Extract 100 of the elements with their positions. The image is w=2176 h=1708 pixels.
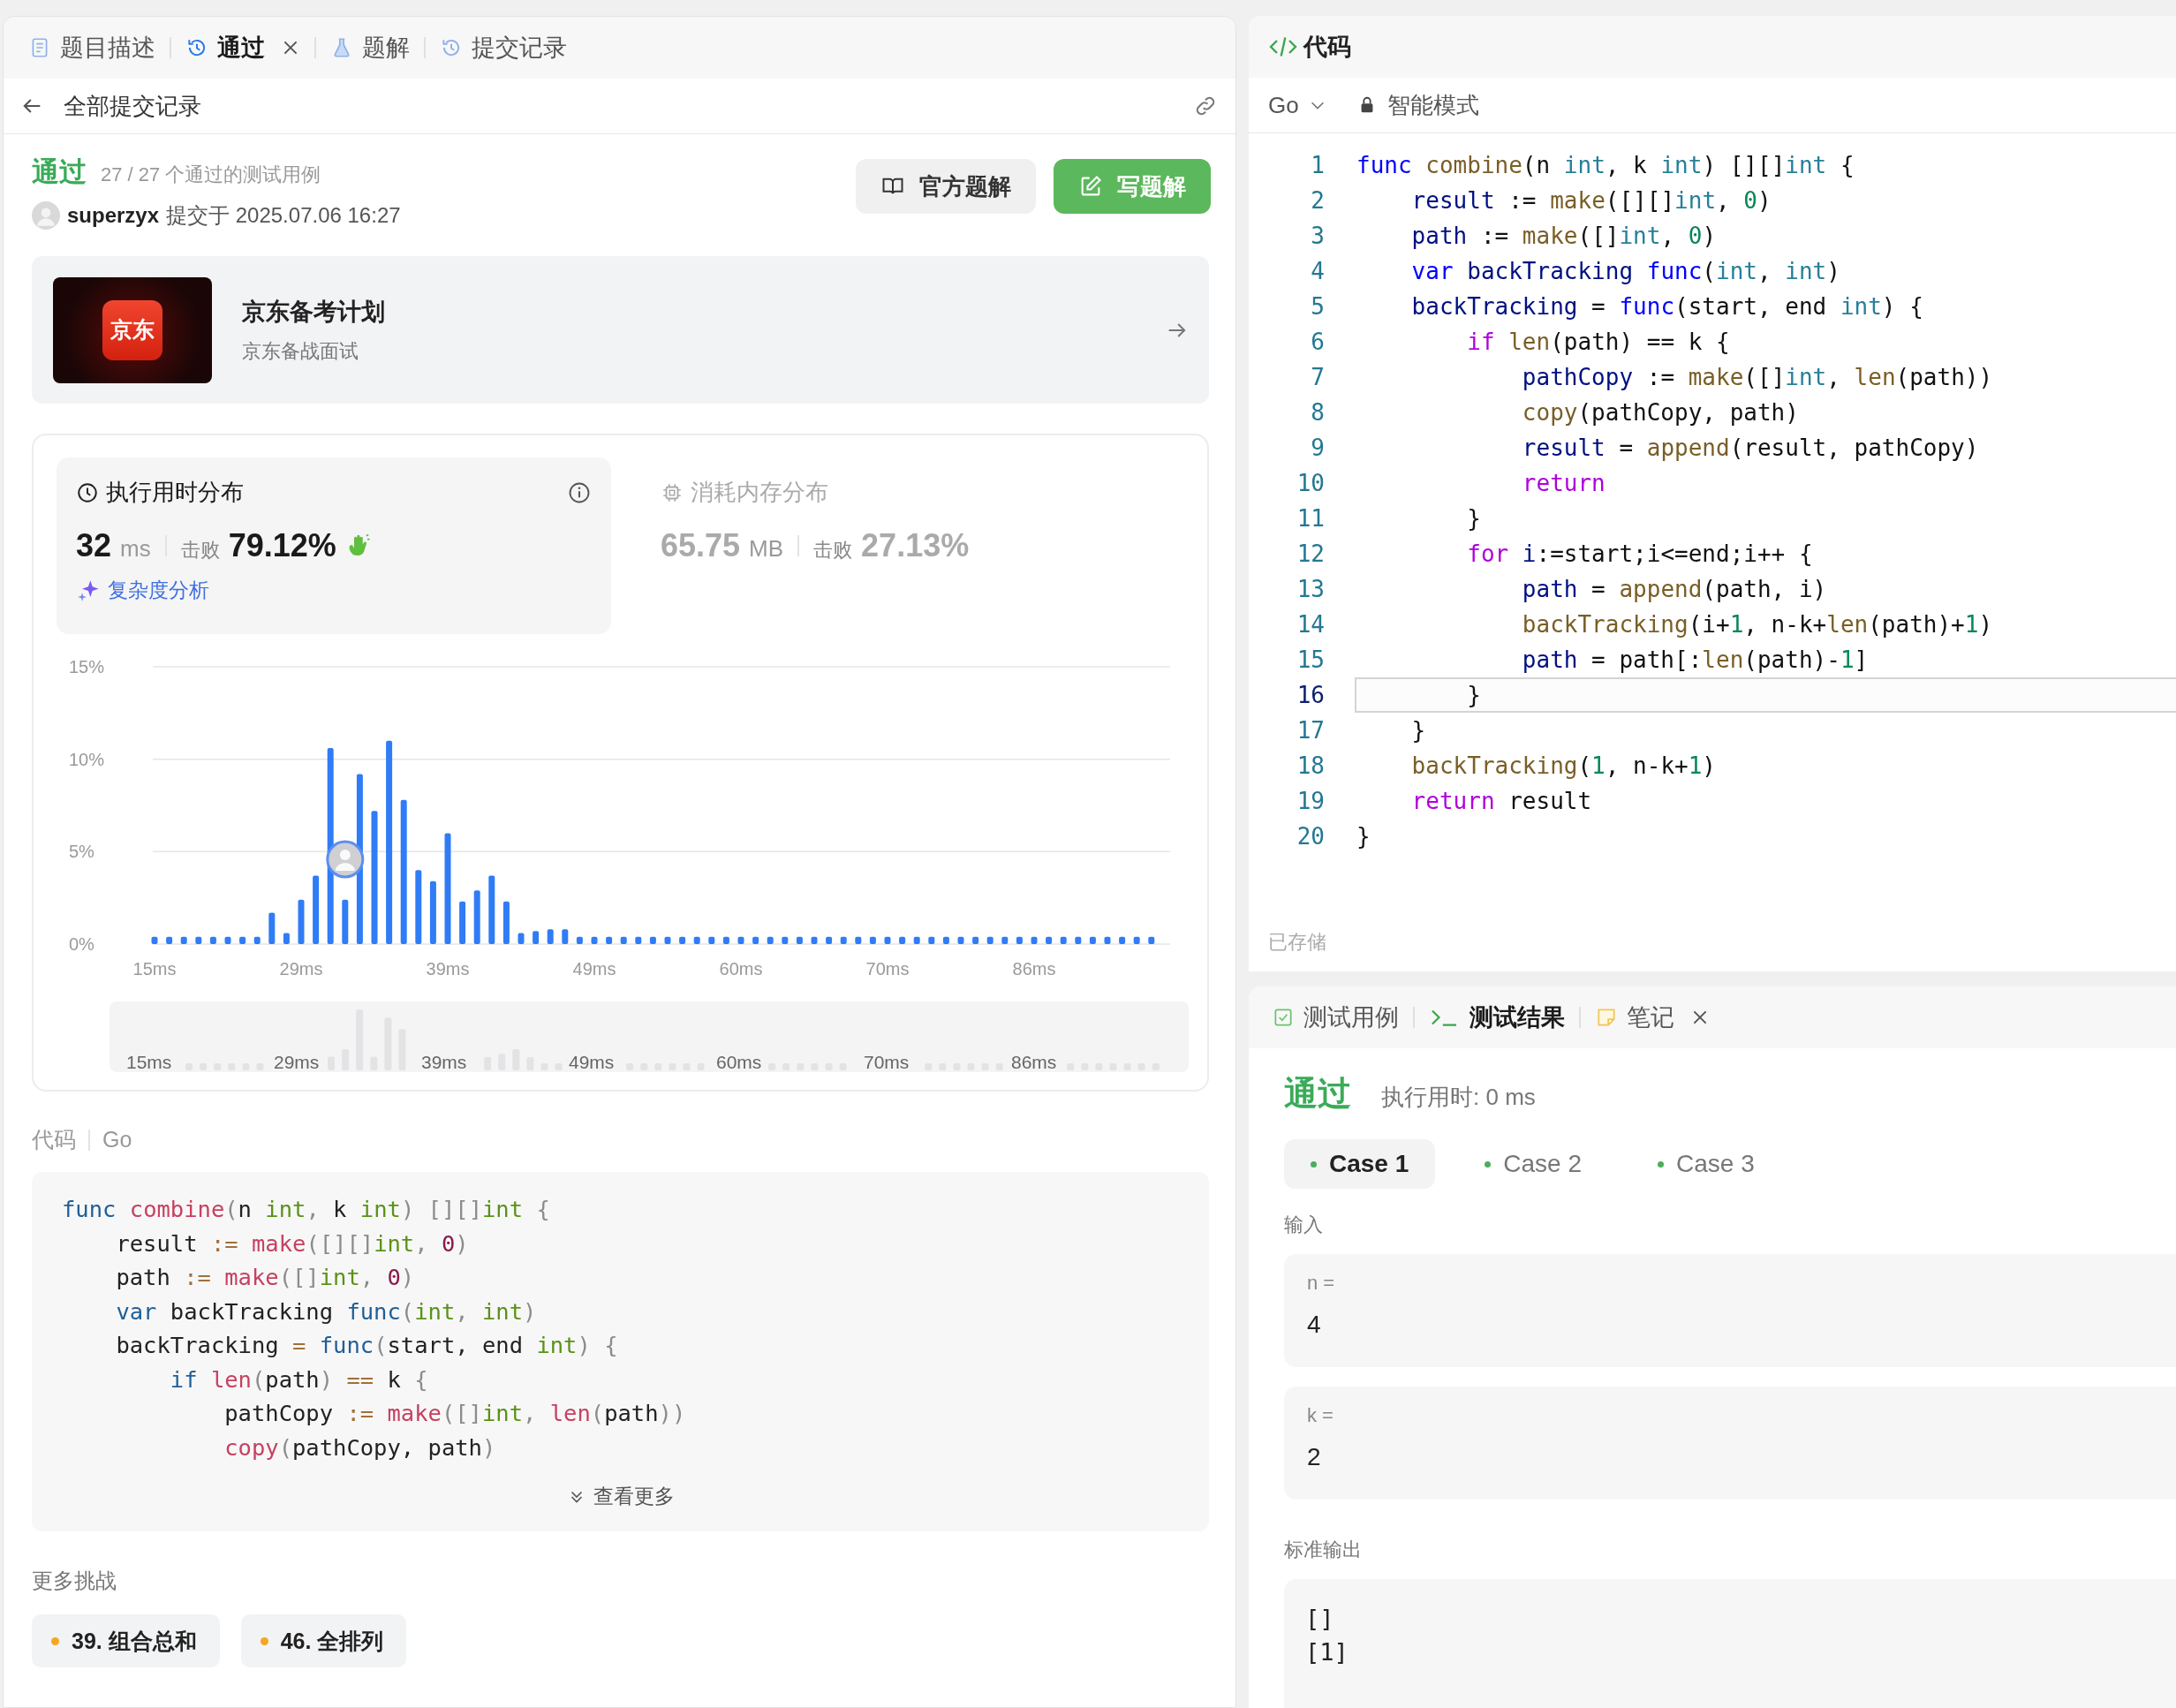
line-number: 20 — [1296, 823, 1325, 850]
bar[interactable] — [679, 936, 686, 944]
bar[interactable] — [1104, 936, 1111, 944]
bar[interactable] — [1001, 936, 1009, 944]
user-avatar — [32, 201, 60, 230]
back-link[interactable]: 全部提交记录 — [64, 90, 201, 122]
bar[interactable] — [180, 936, 187, 944]
bar[interactable] — [957, 936, 964, 944]
bar[interactable] — [620, 936, 627, 944]
bar[interactable] — [591, 936, 598, 944]
code-line: if len(path) == k { — [169, 1364, 429, 1394]
axis-label: 15ms — [126, 1052, 172, 1072]
bar[interactable] — [649, 936, 656, 944]
bar[interactable] — [635, 936, 642, 944]
bar[interactable] — [444, 833, 451, 944]
bar[interactable] — [1016, 936, 1023, 944]
bar[interactable] — [986, 936, 994, 944]
user-name[interactable]: superzyx — [67, 203, 160, 228]
mode-label[interactable]: 智能模式 — [1386, 89, 1479, 121]
bar[interactable] — [811, 936, 818, 944]
bar[interactable] — [342, 899, 349, 944]
bar[interactable] — [253, 936, 261, 944]
bar[interactable] — [1148, 936, 1155, 944]
overview-track[interactable] — [110, 1001, 1189, 1072]
tab[interactable]: 题解 — [329, 26, 412, 69]
bar[interactable] — [1133, 936, 1140, 944]
bar[interactable] — [518, 933, 525, 944]
bar[interactable] — [195, 936, 202, 944]
language-select[interactable]: Go — [1268, 91, 1327, 119]
case-tab[interactable]: Case 3 — [1631, 1139, 1781, 1189]
code-line: return — [1521, 469, 1606, 498]
stat-title: 消耗内存分布 — [691, 478, 828, 507]
bar[interactable] — [371, 811, 378, 944]
bar[interactable] — [826, 936, 833, 944]
bar[interactable] — [488, 875, 495, 944]
bar[interactable] — [855, 936, 862, 944]
case-tab[interactable]: Case 1 — [1284, 1139, 1436, 1189]
bar[interactable] — [884, 936, 891, 944]
bar[interactable] — [796, 936, 803, 944]
bar[interactable] — [502, 901, 510, 944]
bar[interactable] — [429, 880, 436, 944]
solution-button[interactable]: 官方题解 — [856, 159, 1036, 214]
bar[interactable] — [386, 740, 393, 944]
bar[interactable] — [166, 936, 173, 944]
tab[interactable]: 题目描述 — [26, 26, 157, 69]
bar[interactable] — [664, 936, 671, 944]
bar[interactable] — [576, 936, 583, 944]
bar[interactable] — [298, 899, 305, 944]
code-line: backTracking = func(start, end int) { — [1410, 292, 1924, 321]
bar[interactable] — [899, 936, 906, 944]
bar[interactable] — [606, 936, 613, 944]
bar[interactable] — [224, 936, 231, 944]
bar[interactable] — [767, 936, 774, 944]
bar[interactable] — [151, 936, 158, 944]
tab[interactable]: 通过 — [184, 26, 302, 69]
bar[interactable] — [869, 936, 876, 944]
bar[interactable] — [708, 936, 715, 944]
challenge-chip[interactable]: 46. 全排列 — [240, 1614, 407, 1667]
bar[interactable] — [693, 936, 700, 944]
tab[interactable]: 测试用例 — [1270, 996, 1401, 1039]
bar[interactable] — [473, 890, 480, 944]
bar[interactable] — [1060, 936, 1067, 944]
bar[interactable] — [459, 901, 466, 944]
bar[interactable] — [840, 936, 847, 944]
bar[interactable] — [239, 936, 246, 944]
challenge-chip[interactable]: 39. 组合总和 — [32, 1614, 220, 1667]
complexity-link[interactable]: 复杂度分析 — [76, 577, 209, 604]
bar[interactable] — [562, 929, 569, 944]
bar[interactable] — [782, 936, 789, 944]
bar[interactable] — [283, 933, 290, 944]
stat-unit: MB — [749, 535, 784, 563]
bar[interactable] — [928, 936, 935, 944]
bar[interactable] — [1119, 936, 1126, 944]
runtime-panel[interactable]: 执行用时分布 32 ms 击败 79.12% 复杂度分析 — [57, 457, 611, 634]
bar[interactable] — [1031, 936, 1038, 944]
bar[interactable] — [942, 936, 949, 944]
bar[interactable] — [1075, 936, 1082, 944]
bar[interactable] — [1089, 936, 1096, 944]
bar[interactable] — [722, 936, 729, 944]
bar[interactable] — [268, 912, 276, 944]
bar[interactable] — [752, 936, 759, 944]
tab[interactable]: 笔记 — [1593, 996, 1711, 1039]
promo-card[interactable]: 京东 京东备考计划 京东备战面试 — [32, 256, 1209, 404]
memory-panel[interactable]: 消耗内存分布 65.75 MB 击败 27.13% — [641, 457, 1175, 634]
show-more-button[interactable]: 查看更多 — [561, 1479, 680, 1514]
bar[interactable] — [547, 929, 554, 944]
bar[interactable] — [737, 936, 744, 944]
tab[interactable]: 测试结果 — [1427, 996, 1567, 1039]
bar[interactable] — [913, 936, 920, 944]
bar[interactable] — [533, 931, 540, 944]
bar[interactable] — [1046, 936, 1053, 944]
tab[interactable]: 提交记录 — [438, 26, 569, 69]
bar[interactable] — [415, 870, 422, 944]
bar[interactable] — [209, 936, 216, 944]
bar[interactable] — [972, 936, 979, 944]
bar[interactable] — [400, 799, 407, 944]
code-line: path = path[:len(path)-1] — [1521, 646, 1870, 675]
case-tab[interactable]: Case 2 — [1458, 1139, 1608, 1189]
axis-label: 39ms — [426, 959, 470, 979]
bar[interactable] — [313, 875, 320, 944]
